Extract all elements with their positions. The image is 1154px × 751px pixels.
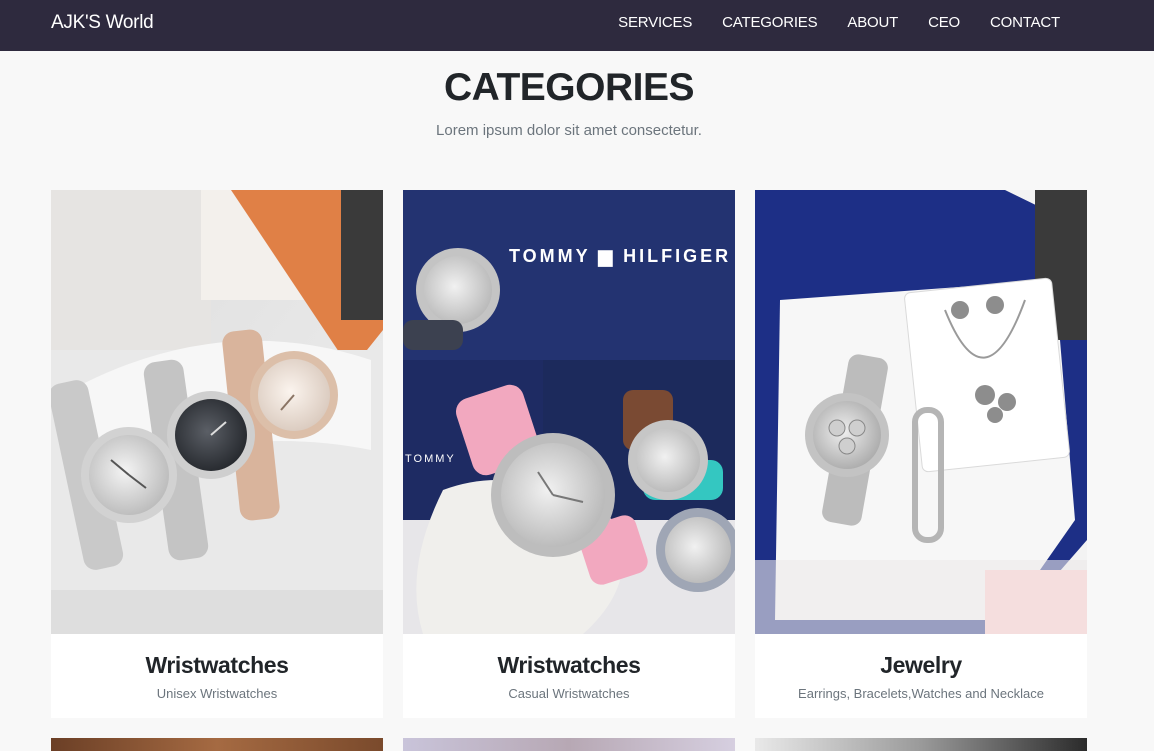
nav-link-categories[interactable]: CATEGORIES xyxy=(722,14,817,31)
nav-link-contact[interactable]: CONTACT xyxy=(990,14,1060,31)
jewelry-photo xyxy=(755,190,1087,634)
nav-link-about[interactable]: ABOUT xyxy=(847,14,898,31)
brand-logo[interactable]: AJK'S World xyxy=(51,12,154,34)
brand-side-text: TOMMY xyxy=(405,453,456,465)
card-title: Wristwatches xyxy=(497,652,641,678)
category-card-unisex-wristwatches[interactable]: Wristwatches Unisex Wristwatches xyxy=(51,190,383,718)
category-card-jewelry[interactable]: Jewelry Earrings, Bracelets,Watches and … xyxy=(755,190,1087,718)
nav-link-services[interactable]: SERVICES xyxy=(618,14,692,31)
brand-banner-text: TOMMY ▆ HILFIGER xyxy=(509,246,731,267)
section-subheading: Lorem ipsum dolor sit amet consectetur. xyxy=(436,122,702,139)
category-card-peek-3[interactable] xyxy=(755,738,1087,751)
section-heading: CATEGORIES xyxy=(444,66,694,109)
nav-links: SERVICES CATEGORIES ABOUT CEO CONTACT xyxy=(618,14,1060,31)
category-card-peek-2[interactable] xyxy=(403,738,735,751)
category-card-peek-1[interactable] xyxy=(51,738,383,751)
card-caption: Earrings, Bracelets,Watches and Necklace xyxy=(798,686,1044,701)
navbar: AJK'S World SERVICES CATEGORIES ABOUT CE… xyxy=(0,0,1154,51)
unisex-wristwatches-photo xyxy=(51,190,383,634)
nav-link-ceo[interactable]: CEO xyxy=(928,14,960,31)
casual-wristwatches-photo: TOMMY ▆ HILFIGER TOMMY xyxy=(403,190,735,634)
card-caption: Casual Wristwatches xyxy=(508,686,630,701)
card-caption: Unisex Wristwatches xyxy=(156,686,278,701)
card-title: Wristwatches xyxy=(145,652,289,678)
card-title: Jewelry xyxy=(880,652,962,678)
category-card-casual-wristwatches[interactable]: TOMMY ▆ HILFIGER TOMMY Wristwatches Casu… xyxy=(403,190,735,718)
